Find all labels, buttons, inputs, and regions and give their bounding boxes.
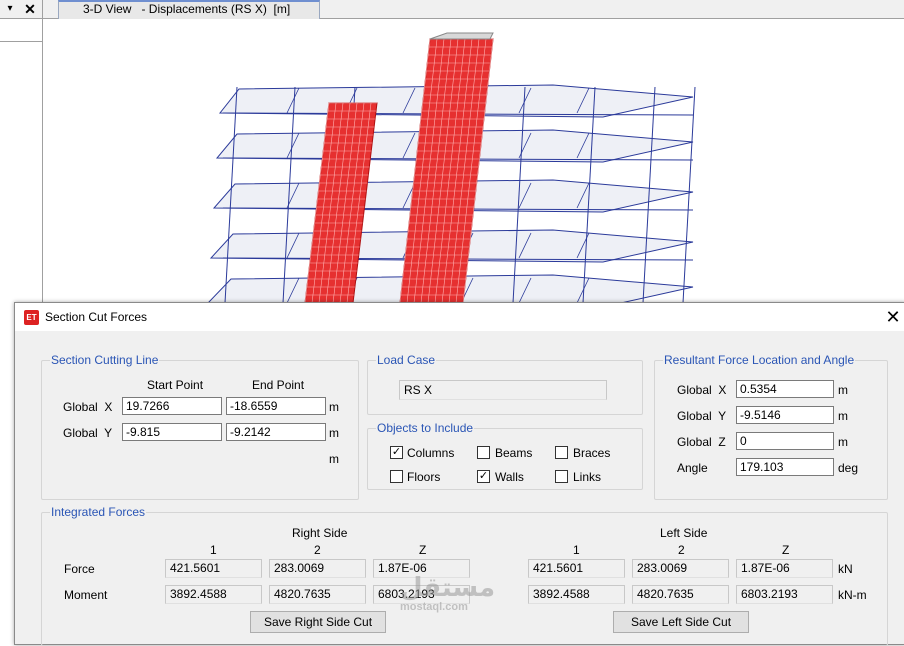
beams-label: Beams	[495, 446, 533, 460]
braces-checkbox[interactable]	[555, 446, 568, 459]
save-left-side-cut-button[interactable]: Save Left Side Cut	[613, 611, 749, 633]
unit-x-label: m	[329, 400, 339, 414]
divider	[0, 41, 42, 42]
watermark-arabic: مستقل	[400, 573, 496, 603]
resultant-z-label: Global Z	[677, 435, 726, 449]
model-3d-canvas[interactable]	[43, 19, 904, 308]
left-col-2-header: 2	[678, 543, 685, 557]
end-point-header: End Point	[252, 378, 305, 392]
column-line	[682, 86, 696, 304]
end-x-input[interactable]: -18.6559	[226, 397, 326, 415]
close-icon[interactable]: ✕	[22, 1, 38, 17]
right-col-2-header: 2	[314, 543, 321, 557]
objects-to-include-label: Objects to Include	[376, 421, 475, 435]
angle-input[interactable]: 179.103	[736, 458, 834, 476]
dialog-title: Section Cut Forces	[45, 310, 148, 324]
resultant-y-input[interactable]: -9.5146	[736, 406, 834, 424]
chevron-down-icon[interactable]: ▾	[4, 1, 16, 17]
right-moment-1: 3892.4588	[165, 585, 262, 604]
building-model	[206, 32, 696, 308]
global-x-label: Global X	[63, 400, 113, 414]
resultant-x-unit: m	[838, 383, 848, 397]
resultant-y-unit: m	[838, 409, 848, 423]
dialog-titlebar: ET Section Cut Forces ✕	[15, 303, 904, 331]
angle-unit: deg	[838, 461, 859, 475]
close-icon[interactable]: ✕	[883, 307, 903, 327]
floors-label: Floors	[407, 470, 441, 484]
angle-label: Angle	[677, 461, 708, 475]
right-force-2: 283.0069	[269, 559, 366, 578]
columns-checkbox[interactable]: ✓	[390, 446, 403, 459]
load-case-field[interactable]: RS X	[399, 380, 607, 400]
walls-checkbox[interactable]: ✓	[477, 470, 490, 483]
left-side-label: Left Side	[660, 526, 708, 540]
right-moment-2: 4820.7635	[269, 585, 366, 604]
unit-y-label: m	[329, 426, 339, 440]
start-y-input[interactable]: -9.815	[122, 423, 222, 441]
moment-unit: kN-m	[838, 588, 867, 602]
end-y-input[interactable]: -9.2142	[226, 423, 326, 441]
right-side-label: Right Side	[292, 526, 348, 540]
left-pane-titlebar: ▾ ✕	[0, 0, 42, 19]
moment-row-label: Moment	[64, 588, 108, 602]
tab-3d-view[interactable]: 3-D View - Displacements (RS X) [m]	[58, 0, 320, 19]
left-moment-2: 4820.7635	[632, 585, 729, 604]
links-label: Links	[573, 470, 602, 484]
resultant-x-label: Global X	[677, 383, 727, 397]
left-moment-z: 6803.2193	[736, 585, 833, 604]
resultant-z-unit: m	[838, 435, 848, 449]
load-case-label: Load Case	[376, 353, 437, 367]
watermark: مستقل mostaql.com	[400, 575, 495, 613]
start-point-header: Start Point	[147, 378, 204, 392]
floors-checkbox[interactable]	[390, 470, 403, 483]
etabs-logo-icon: ET	[24, 310, 39, 325]
integrated-forces-label: Integrated Forces	[50, 505, 147, 519]
beams-checkbox[interactable]	[477, 446, 490, 459]
right-col-z-header: Z	[419, 543, 427, 557]
tab-3d-view-title: 3-D View - Displacements (RS X) [m]	[83, 2, 291, 16]
resultant-y-label: Global Y	[677, 409, 727, 423]
start-x-input[interactable]: 19.7266	[122, 397, 222, 415]
braces-label: Braces	[573, 446, 611, 460]
left-force-1: 421.5601	[528, 559, 625, 578]
section-cutting-line-label: Section Cutting Line	[50, 353, 160, 367]
global-y-label: Global Y	[63, 426, 113, 440]
force-unit: kN	[838, 562, 853, 576]
view-tabbar: 3-D View - Displacements (RS X) [m]	[43, 0, 904, 19]
resultant-x-input[interactable]: 0.5354	[736, 380, 834, 398]
unit-extra-label: m	[329, 452, 339, 466]
left-col-1-header: 1	[573, 543, 580, 557]
force-row-label: Force	[64, 562, 95, 576]
columns-label: Columns	[407, 446, 455, 460]
walls-label: Walls	[495, 470, 524, 484]
left-col-z-header: Z	[782, 543, 790, 557]
resultant-z-input[interactable]: 0	[736, 432, 834, 450]
save-right-side-cut-button[interactable]: Save Right Side Cut	[250, 611, 386, 633]
left-moment-1: 3892.4588	[528, 585, 625, 604]
resultant-label: Resultant Force Location and Angle	[663, 353, 856, 367]
left-force-2: 283.0069	[632, 559, 729, 578]
right-force-1: 421.5601	[165, 559, 262, 578]
left-force-z: 1.87E-06	[736, 559, 833, 578]
core-top	[429, 32, 494, 40]
right-col-1-header: 1	[210, 543, 217, 557]
links-checkbox[interactable]	[555, 470, 568, 483]
